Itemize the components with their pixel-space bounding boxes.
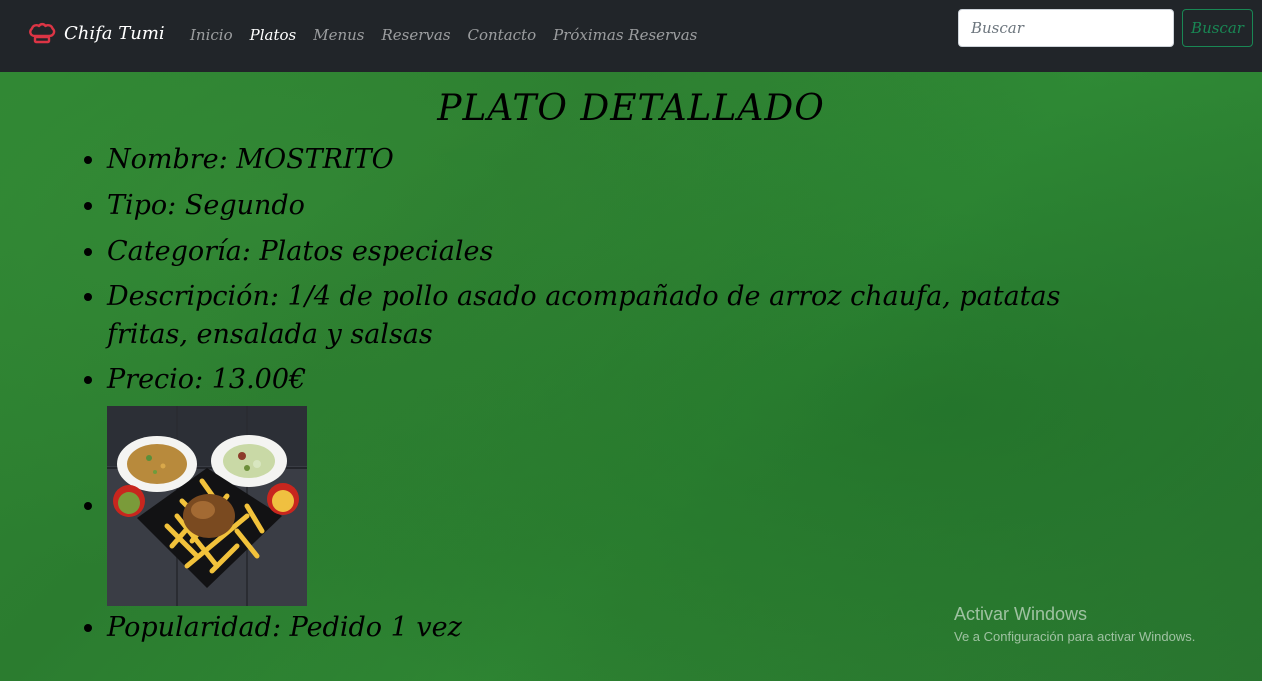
dish-photo xyxy=(107,406,307,606)
page-title: PLATO DETALLADO xyxy=(437,88,825,129)
watermark-subtitle: Ve a Configuración para activar Windows. xyxy=(954,629,1196,644)
dish-name: Nombre: MOSTRITO xyxy=(107,140,1117,180)
dish-category: Categoría: Platos especiales xyxy=(107,232,1117,272)
top-navbar: Chifa Tumi Inicio Platos Menus Reservas … xyxy=(0,0,1262,72)
nav-link-proximas-reservas[interactable]: Próximas Reservas xyxy=(553,26,697,44)
dish-price: Precio: 13.00€ xyxy=(107,360,1117,400)
chef-hat-icon xyxy=(28,22,56,44)
dish-details-list: Nombre: MOSTRITO Tipo: Segundo Categoría… xyxy=(87,140,1117,654)
watermark-title: Activar Windows xyxy=(954,604,1088,624)
windows-activation-watermark: Activar Windows Ve a Configuración para … xyxy=(954,604,1195,644)
nav-link-inicio[interactable]: Inicio xyxy=(190,26,233,44)
dish-type: Tipo: Segundo xyxy=(107,186,1117,226)
search-input[interactable] xyxy=(958,9,1174,47)
dish-description: Descripción: 1/4 de pollo asado acompaña… xyxy=(107,278,1117,354)
nav-link-platos[interactable]: Platos xyxy=(250,26,297,44)
dish-photo-item xyxy=(107,406,1117,606)
nav-link-reservas[interactable]: Reservas xyxy=(381,26,450,44)
nav-links: Inicio Platos Menus Reservas Contacto Pr… xyxy=(190,26,697,44)
brand-name: Chifa Tumi xyxy=(64,22,165,44)
nav-link-contacto[interactable]: Contacto xyxy=(468,26,537,44)
search-button[interactable]: Buscar xyxy=(1182,9,1253,47)
nav-link-menus[interactable]: Menus xyxy=(313,26,364,44)
brand-link[interactable]: Chifa Tumi xyxy=(28,22,165,44)
